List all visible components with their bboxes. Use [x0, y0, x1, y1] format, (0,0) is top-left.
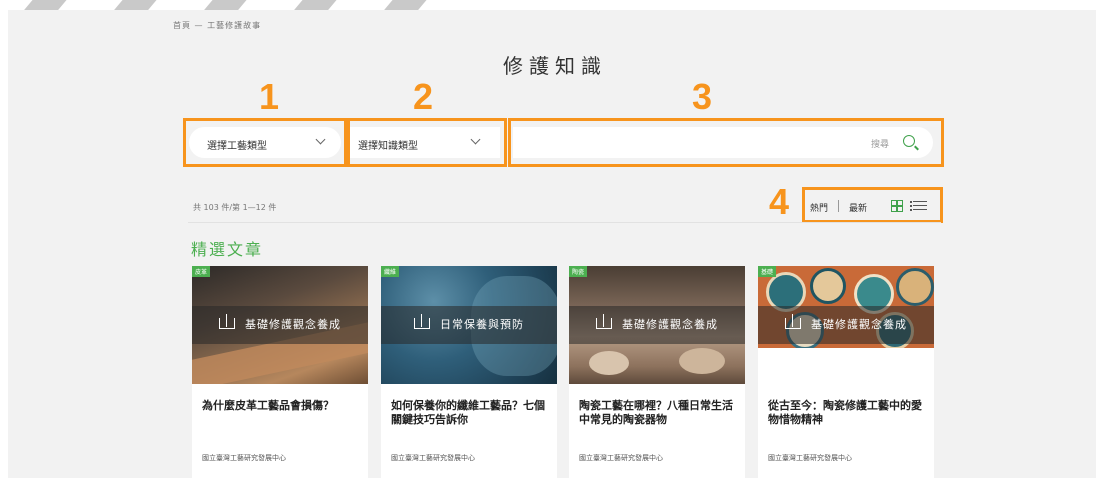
card-category: 日常保養與預防: [440, 318, 524, 331]
book-icon: [785, 314, 801, 329]
card-tag: 皮革: [192, 266, 211, 277]
annotation-1: 1: [259, 76, 280, 117]
article-card[interactable]: 基礎修護觀念養成 陶瓷 陶瓷工藝在哪裡？八種日常生活中常見的陶瓷器物 國立臺灣工…: [569, 266, 745, 478]
card-category: 基礎修護觀念養成: [622, 318, 718, 331]
card-author: 國立臺灣工藝研究發展中心: [579, 454, 663, 462]
card-category-band: 基礎修護觀念養成: [192, 306, 368, 344]
annotation-4: 4: [769, 181, 790, 222]
article-card[interactable]: 基礎修護觀念養成 皮革 為什麼皮革工藝品會損傷？ 國立臺灣工藝研究發展中心: [192, 266, 368, 478]
card-author: 國立臺灣工藝研究發展中心: [202, 454, 286, 462]
book-icon: [596, 314, 612, 329]
divider: [188, 222, 941, 223]
box-icon: [414, 314, 430, 329]
card-title[interactable]: 為什麼皮革工藝品會損傷？: [202, 399, 362, 413]
annotation-3: 3: [692, 76, 713, 117]
page-title: 修護知識: [503, 54, 607, 78]
card-category-band: 基礎修護觀念養成: [569, 306, 745, 344]
annotation-box-4: [802, 187, 943, 223]
book-icon: [219, 314, 235, 329]
article-card[interactable]: 基礎修護觀念養成 基礎 從古至今：陶瓷修護工藝中的愛物惜物精神 國立臺灣工藝研究…: [758, 266, 934, 478]
card-category-band: 日常保養與預防: [381, 306, 557, 344]
card-tag: 陶瓷: [569, 266, 588, 277]
annotation-box-1: [183, 118, 347, 167]
card-title[interactable]: 陶瓷工藝在哪裡？八種日常生活中常見的陶瓷器物: [579, 399, 739, 427]
card-author: 國立臺灣工藝研究發展中心: [391, 454, 475, 462]
card-title[interactable]: 如何保養你的纖維工藝品？七個關鍵技巧告訴你: [391, 399, 551, 427]
breadcrumb[interactable]: 首頁 — 工藝修護故事: [173, 20, 261, 31]
article-card[interactable]: 日常保養與預防 纖維 如何保養你的纖維工藝品？七個關鍵技巧告訴你 國立臺灣工藝研…: [381, 266, 557, 478]
card-title[interactable]: 從古至今：陶瓷修護工藝中的愛物惜物精神: [768, 399, 928, 427]
card-category: 基礎修護觀念養成: [811, 318, 907, 331]
result-count: 共 103 件/第 1—12 件: [193, 203, 277, 212]
card-tag: 基礎: [758, 266, 777, 277]
card-category: 基礎修護觀念養成: [245, 318, 341, 331]
card-author: 國立臺灣工藝研究發展中心: [768, 454, 852, 462]
card-category-band: 基礎修護觀念養成: [758, 306, 934, 344]
annotation-box-3: [508, 118, 944, 167]
section-title: 精選文章: [191, 240, 264, 259]
card-tag: 纖維: [381, 266, 400, 277]
annotation-2: 2: [413, 76, 434, 117]
annotation-box-2: [347, 118, 507, 167]
